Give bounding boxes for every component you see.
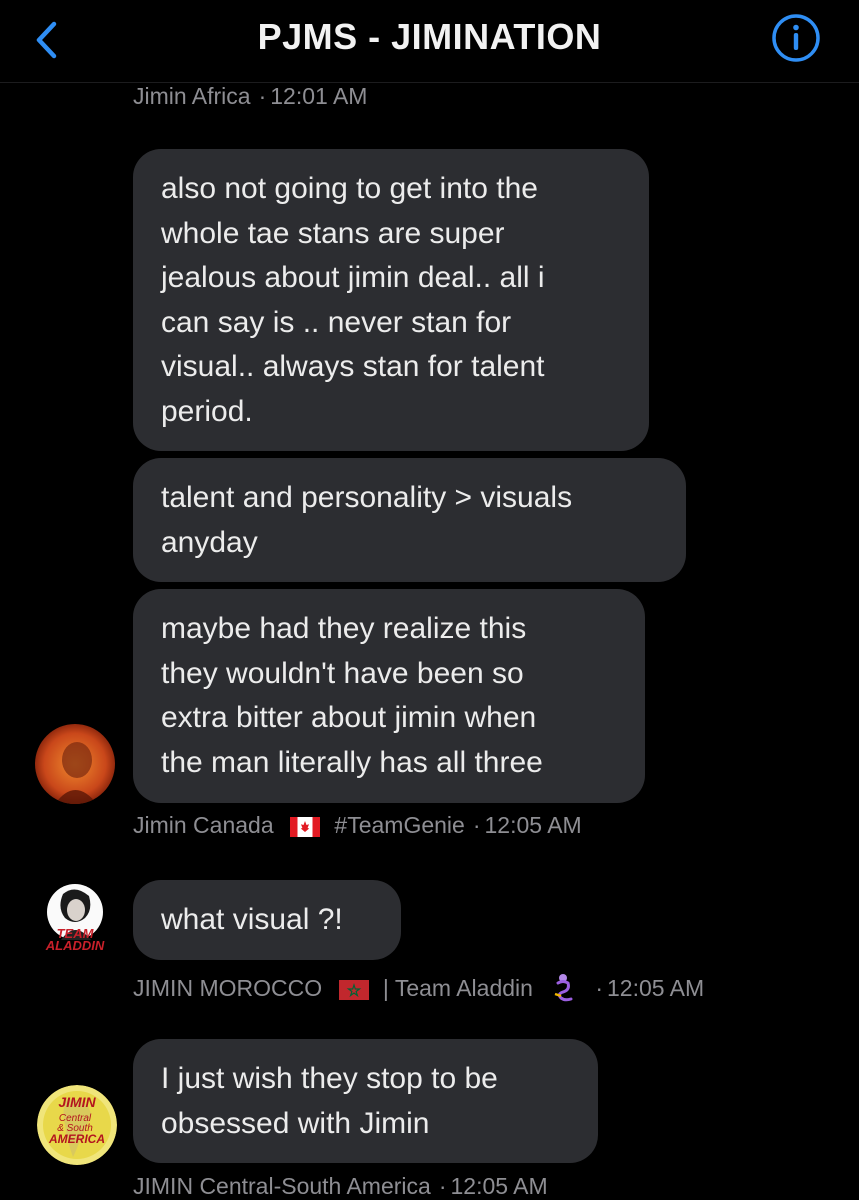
message-meta: Jimin Africa · 12:01 AM <box>133 83 367 110</box>
morocco-flag-icon <box>338 980 369 1000</box>
separator-dot: · <box>438 1173 447 1199</box>
avatar-text: JIMIN <box>58 1094 96 1110</box>
separator-dot: · <box>258 83 267 109</box>
sender-tag: | Team Aladdin <box>382 975 533 1002</box>
message-bubble[interactable]: I just wish they stop to be obsessed wit… <box>133 1039 598 1163</box>
canada-flag-icon <box>290 816 321 837</box>
message-bubble[interactable]: talent and personality > visuals anyday <box>133 458 686 582</box>
message-meta: JIMIN MOROCCO | Team Aladdin · 12:05 AM <box>133 972 704 1008</box>
sender-name: JIMIN MOROCCO <box>133 975 323 1002</box>
message-time: 12:05 AM <box>450 1173 548 1199</box>
message-time: 12:01 AM <box>270 83 368 109</box>
separator-dot: · <box>595 975 603 1002</box>
separator-dot: · <box>472 812 481 838</box>
chat-header: PJMS - JIMINATION <box>0 0 859 83</box>
message-bubble[interactable]: maybe had they realize this they wouldn'… <box>133 589 645 803</box>
avatar-text: ALADDIN <box>45 938 105 953</box>
avatar-jimin-central-south-america[interactable]: JIMIN Central & South AMERICA <box>37 1085 117 1165</box>
message-time: 12:05 AM <box>607 975 705 1002</box>
avatar-image: TEAM ALADDIN <box>45 884 105 953</box>
message-bubble[interactable]: what visual ?! <box>133 880 401 960</box>
message-bubble[interactable]: also not going to get into the whole tae… <box>133 149 649 451</box>
info-button[interactable] <box>770 12 822 64</box>
sender-name: JIMIN Central-South America <box>133 1173 431 1199</box>
sender-name: Jimin Africa <box>133 83 251 109</box>
avatar-image: JIMIN Central & South AMERICA <box>37 1085 117 1165</box>
sender-name: Jimin Canada <box>133 812 274 838</box>
genie-icon <box>549 972 577 1008</box>
avatar-text: AMERICA <box>48 1132 105 1146</box>
message-time: 12:05 AM <box>484 812 582 838</box>
avatar-jimin-morocco[interactable]: TEAM ALADDIN <box>35 880 125 970</box>
conversation-title: PJMS - JIMINATION <box>257 16 602 57</box>
message-meta: JIMIN Central-South America · 12:05 AM <box>133 1173 548 1200</box>
info-circle-icon <box>772 14 820 62</box>
sender-tag: #TeamGenie <box>334 812 465 838</box>
avatar-image <box>35 724 115 804</box>
avatar-jimin-canada[interactable] <box>35 724 115 804</box>
message-meta: Jimin Canada #TeamGenie · 12:05 AM <box>133 812 582 839</box>
